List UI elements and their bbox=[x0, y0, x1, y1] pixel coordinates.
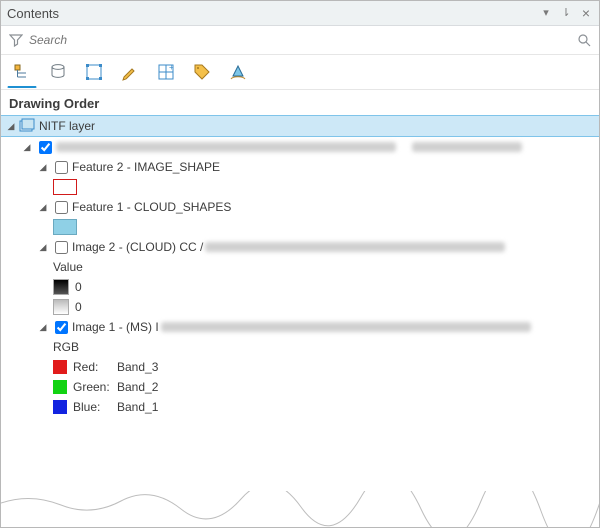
legend-title: RGB bbox=[53, 340, 79, 354]
image-layer-cloud[interactable]: ◢ Image 2 - (CLOUD) CC / bbox=[1, 237, 599, 257]
pin-icon[interactable]: ⇂ bbox=[559, 6, 573, 20]
rgb-blue-row: Blue: Band_1 bbox=[1, 397, 599, 417]
list-editing-button[interactable] bbox=[115, 57, 145, 87]
obscured-text bbox=[161, 322, 531, 332]
layer-label: NITF layer bbox=[39, 119, 95, 133]
channel-label: Red: bbox=[73, 360, 117, 374]
svg-text:+: + bbox=[169, 63, 174, 72]
list-labeling-button[interactable] bbox=[187, 57, 217, 87]
legend-title-row: Value bbox=[1, 257, 599, 277]
layer-nitf[interactable]: ◢ NITF layer bbox=[1, 115, 599, 137]
searchbar bbox=[1, 26, 599, 55]
visibility-checkbox[interactable] bbox=[55, 321, 68, 334]
green-swatch bbox=[53, 380, 67, 394]
caret-icon[interactable]: ◢ bbox=[37, 161, 49, 173]
search-input[interactable] bbox=[25, 29, 575, 51]
blue-swatch bbox=[53, 400, 67, 414]
rgb-green-row: Green: Band_2 bbox=[1, 377, 599, 397]
legend-break-value: 0 bbox=[75, 280, 82, 294]
filter-icon[interactable] bbox=[7, 31, 25, 49]
symbology-swatch-row bbox=[1, 217, 599, 237]
pane-title: Contents bbox=[7, 6, 59, 21]
layer-tree: ◢ NITF layer ◢ ◢ Feature 2 - IMAGE_SHAPE bbox=[1, 115, 599, 425]
dropdown-icon[interactable]: ▾ bbox=[539, 6, 553, 20]
search-icon[interactable] bbox=[575, 31, 593, 49]
obscured-text bbox=[205, 242, 505, 252]
visibility-checkbox[interactable] bbox=[55, 161, 68, 174]
obscured-text bbox=[412, 142, 522, 152]
titlebar: Contents ▾ ⇂ × bbox=[1, 1, 599, 26]
red-swatch bbox=[53, 360, 67, 374]
layer-label: Image 1 - (MS) I bbox=[72, 320, 159, 334]
list-perspective-button[interactable] bbox=[223, 57, 253, 87]
section-drawing-order: Drawing Order bbox=[1, 90, 599, 115]
layer-label: Feature 1 - CLOUD_SHAPES bbox=[72, 200, 231, 214]
band-name: Band_3 bbox=[117, 360, 158, 374]
list-snapping-button[interactable]: + bbox=[151, 57, 181, 87]
image-layer-ms[interactable]: ◢ Image 1 - (MS) I bbox=[1, 317, 599, 337]
caret-icon[interactable]: ◢ bbox=[37, 241, 49, 253]
legend-title-row: RGB bbox=[1, 337, 599, 357]
torn-edge-decoration bbox=[1, 491, 600, 527]
feature-layer-image-shape[interactable]: ◢ Feature 2 - IMAGE_SHAPE bbox=[1, 157, 599, 177]
feature-layer-cloud-shapes[interactable]: ◢ Feature 1 - CLOUD_SHAPES bbox=[1, 197, 599, 217]
visibility-checkbox[interactable] bbox=[39, 141, 52, 154]
sublayer-dataset[interactable]: ◢ bbox=[1, 137, 599, 157]
caret-icon[interactable]: ◢ bbox=[37, 321, 49, 333]
legend-break-row: 0 bbox=[1, 277, 599, 297]
list-data-source-button[interactable] bbox=[43, 57, 73, 87]
obscured-text bbox=[56, 142, 396, 152]
layer-label: Image 2 - (CLOUD) CC / bbox=[72, 240, 203, 254]
list-drawing-order-button[interactable] bbox=[7, 57, 37, 88]
rgb-red-row: Red: Band_3 bbox=[1, 357, 599, 377]
symbol-swatch[interactable] bbox=[53, 179, 77, 195]
channel-label: Blue: bbox=[73, 400, 117, 414]
caret-icon[interactable]: ◢ bbox=[5, 120, 17, 132]
contents-pane: Contents ▾ ⇂ × + bbox=[0, 0, 600, 528]
layer-label: Feature 2 - IMAGE_SHAPE bbox=[72, 160, 220, 174]
close-icon[interactable]: × bbox=[579, 6, 593, 20]
caret-icon[interactable]: ◢ bbox=[21, 141, 33, 153]
stretch-swatch-high bbox=[53, 279, 69, 295]
channel-label: Green: bbox=[73, 380, 117, 394]
visibility-checkbox[interactable] bbox=[55, 241, 68, 254]
legend-break-row: 0 bbox=[1, 297, 599, 317]
symbology-swatch-row bbox=[1, 177, 599, 197]
list-selection-button[interactable] bbox=[79, 57, 109, 87]
visibility-checkbox[interactable] bbox=[55, 201, 68, 214]
symbol-swatch[interactable] bbox=[53, 219, 77, 235]
group-layer-icon bbox=[19, 118, 35, 134]
stretch-swatch-low bbox=[53, 299, 69, 315]
legend-title: Value bbox=[53, 260, 83, 274]
caret-icon[interactable]: ◢ bbox=[37, 201, 49, 213]
contents-toolbar: + bbox=[1, 55, 599, 90]
band-name: Band_1 bbox=[117, 400, 158, 414]
band-name: Band_2 bbox=[117, 380, 158, 394]
legend-break-value: 0 bbox=[75, 300, 82, 314]
